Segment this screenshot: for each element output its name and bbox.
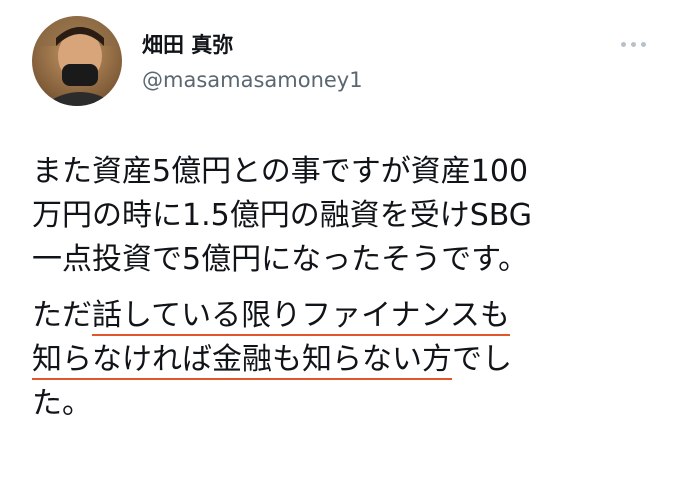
- tweet-paragraph-1: また資産5億円との事ですが資産100 万円の時に1.5億円の融資を受けSBG 一…: [32, 150, 652, 282]
- dot: [630, 41, 636, 47]
- tweet-text: また資産5億円との事ですが資産100 万円の時に1.5億円の融資を受けSBG 一…: [32, 150, 652, 426]
- tweet-paragraph-2: ただ話している限りファイナンスも 知らなければ金融も知らない方でし た。: [32, 294, 652, 426]
- tweet-line: ただ話している限りファイナンスも: [32, 294, 652, 338]
- underlined-text: 話している限りファイナンスも: [92, 298, 510, 336]
- tweet-line: 一点投資で5億円になったそうです。: [32, 242, 529, 277]
- avatar[interactable]: [32, 16, 122, 106]
- user-handle[interactable]: @masamasamoney1: [142, 66, 363, 94]
- underlined-text: 知らなければ金融も知らない方: [32, 342, 452, 380]
- tweet-line: また資産5億円との事ですが資産100: [32, 154, 529, 189]
- dot: [620, 41, 626, 47]
- tweet-line: 知らなければ金融も知らない方でし: [32, 338, 652, 382]
- tweet-card: 畑田 真弥 @masamasamoney1 また資産5億円との事ですが資産100…: [0, 0, 675, 503]
- tweet-line: た。: [32, 386, 92, 421]
- text-plain: でし: [452, 342, 512, 377]
- text-plain: ただ: [32, 298, 92, 333]
- avatar-photo: [32, 16, 122, 106]
- dot: [640, 41, 646, 47]
- tweet-line: 万円の時に1.5億円の融資を受けSBG: [32, 198, 533, 233]
- more-options-icon: [620, 41, 646, 47]
- display-name[interactable]: 畑田 真弥: [142, 31, 233, 59]
- more-options-button[interactable]: [615, 34, 651, 54]
